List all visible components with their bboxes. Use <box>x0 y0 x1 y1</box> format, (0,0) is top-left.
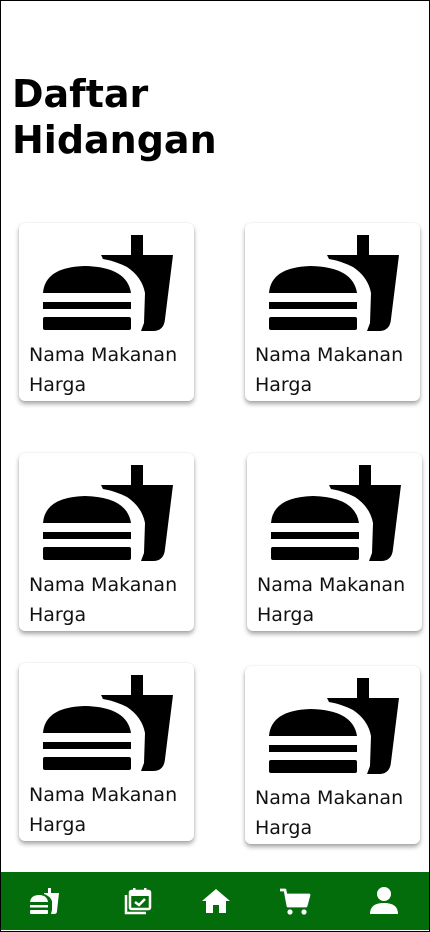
menu-item-price: Harga <box>29 374 87 396</box>
menu-card[interactable]: Nama Makanan Harga <box>19 223 194 401</box>
fastfood-icon <box>267 678 401 778</box>
fastfood-icon <box>41 235 175 335</box>
nav-menu-button[interactable] <box>28 884 62 918</box>
menu-item-price: Harga <box>29 604 87 626</box>
nav-cart-button[interactable] <box>278 884 312 918</box>
menu-item-name: Nama Makanan <box>29 574 178 596</box>
menu-card[interactable]: Nama Makanan Harga <box>247 453 422 631</box>
home-icon <box>202 889 230 913</box>
menu-card[interactable]: Nama Makanan Harga <box>19 663 194 841</box>
nav-profile-button[interactable] <box>367 884 401 918</box>
profile-icon <box>370 887 398 914</box>
bottom-nav-bar <box>1 872 429 930</box>
menu-card[interactable]: Nama Makanan Harga <box>19 453 194 631</box>
app-screen: Daftar Hidangan Nama Makanan Harga Nama … <box>0 0 430 932</box>
nav-schedule-button[interactable] <box>121 884 155 918</box>
calendar-check-icon <box>124 888 152 915</box>
fastfood-icon <box>41 465 175 565</box>
nav-home-button[interactable] <box>199 884 233 918</box>
page-title: Daftar Hidangan <box>12 72 217 162</box>
fastfood-icon <box>269 465 403 565</box>
menu-item-price: Harga <box>255 817 313 839</box>
cart-icon <box>280 888 311 915</box>
menu-item-name: Nama Makanan <box>257 574 406 596</box>
fastfood-icon <box>267 235 401 335</box>
menu-card[interactable]: Nama Makanan Harga <box>245 666 420 844</box>
menu-item-price: Harga <box>29 814 87 836</box>
menu-item-name: Nama Makanan <box>29 784 178 806</box>
menu-item-name: Nama Makanan <box>29 344 178 366</box>
food-menu-icon <box>30 888 59 914</box>
fastfood-icon <box>41 675 175 775</box>
menu-item-name: Nama Makanan <box>255 344 404 366</box>
menu-item-name: Nama Makanan <box>255 787 404 809</box>
menu-item-price: Harga <box>255 374 313 396</box>
menu-card[interactable]: Nama Makanan Harga <box>245 223 420 401</box>
menu-item-price: Harga <box>257 604 315 626</box>
